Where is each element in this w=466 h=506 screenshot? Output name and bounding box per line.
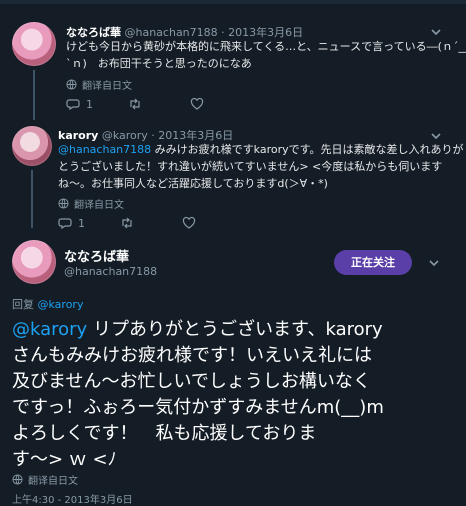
reply-button[interactable]: 1: [58, 216, 120, 230]
tweet-text: けども今日から黄砂が本格的に飛来してくる…と、ニュースで言っている―(ｎ´__: [66, 40, 466, 53]
translate-label: 翻译自日文: [74, 200, 124, 211]
mention-link[interactable]: @karory: [12, 319, 87, 340]
globe-icon: [66, 79, 77, 90]
reply-to-line: 回复 @karory: [12, 296, 83, 312]
tweet-text: とうございました！すれ違いが続いてすいません> <今度は私からも伺います: [58, 160, 443, 173]
retweet-icon: [122, 217, 132, 229]
translate-label: 翻译自日文: [28, 476, 78, 487]
text-line: さんもみみけお疲れ様です！いえいえ礼には: [12, 345, 372, 366]
globe-icon: [12, 474, 23, 485]
top-edge: [0, 0, 466, 4]
reply-to-handle[interactable]: @karory: [38, 298, 84, 311]
tweet-text: ね～。お仕事同人など活躍応援しておりますd(＞∀・*): [58, 177, 328, 190]
main-author-name[interactable]: ななろば華: [64, 246, 129, 265]
reply-button[interactable]: 1: [66, 97, 128, 111]
heart-icon: [182, 216, 196, 229]
reply-to-label: 回复: [12, 298, 34, 311]
translate-label: 翻译自日文: [82, 81, 132, 92]
main-tweet-text: @karory リプありがとうございます、karory さんもみみけお疲れ様です…: [12, 317, 458, 473]
text-line: よろしくです！ 私も応援しておりま: [12, 423, 317, 444]
text-line: す～> ｗ <ﾉ: [12, 449, 117, 470]
reply-count: 1: [86, 97, 93, 111]
main-author-handle[interactable]: @hanachan7188: [64, 265, 157, 278]
translate-link[interactable]: 翻译自日文: [58, 196, 124, 211]
chevron-down-icon[interactable]: [428, 257, 440, 269]
globe-icon: [58, 198, 69, 209]
translate-link[interactable]: 翻译自日文: [12, 472, 78, 487]
tweet-text: `ｎ) お布団干そうと思ったのになあ: [66, 57, 252, 70]
thread-line: [31, 170, 33, 228]
tweet-timestamp[interactable]: 上午4:30 - 2013年3月6日: [12, 491, 133, 506]
text-line: 及びません～お忙しいでしょうしお構いなく: [12, 371, 371, 392]
mention-link[interactable]: @hanachan7188: [58, 143, 151, 156]
like-button[interactable]: [182, 216, 244, 230]
retweet-button[interactable]: [128, 97, 190, 111]
avatar[interactable]: [12, 22, 56, 66]
thread-line: [33, 70, 35, 120]
chevron-down-icon[interactable]: [430, 26, 442, 38]
heart-icon: [190, 97, 204, 110]
tweet-text: みみけお疲れ様ですkaroryです。先日は素敵な差し入れありが: [151, 143, 464, 156]
reply-icon: [58, 218, 72, 230]
avatar[interactable]: [12, 240, 56, 284]
reply-count: 1: [78, 216, 85, 230]
like-button[interactable]: [190, 97, 252, 111]
text-line: リプありがとうございます、karory: [87, 319, 383, 340]
reply-icon: [66, 99, 80, 111]
following-button[interactable]: 正在关注: [334, 250, 412, 275]
translate-link[interactable]: 翻译自日文: [66, 77, 132, 92]
retweet-icon: [130, 98, 140, 110]
retweet-button[interactable]: [120, 216, 182, 230]
avatar[interactable]: [12, 126, 52, 166]
text-line: ですっ！ふぉろー気付かずすみませんm(__)m: [12, 397, 384, 418]
